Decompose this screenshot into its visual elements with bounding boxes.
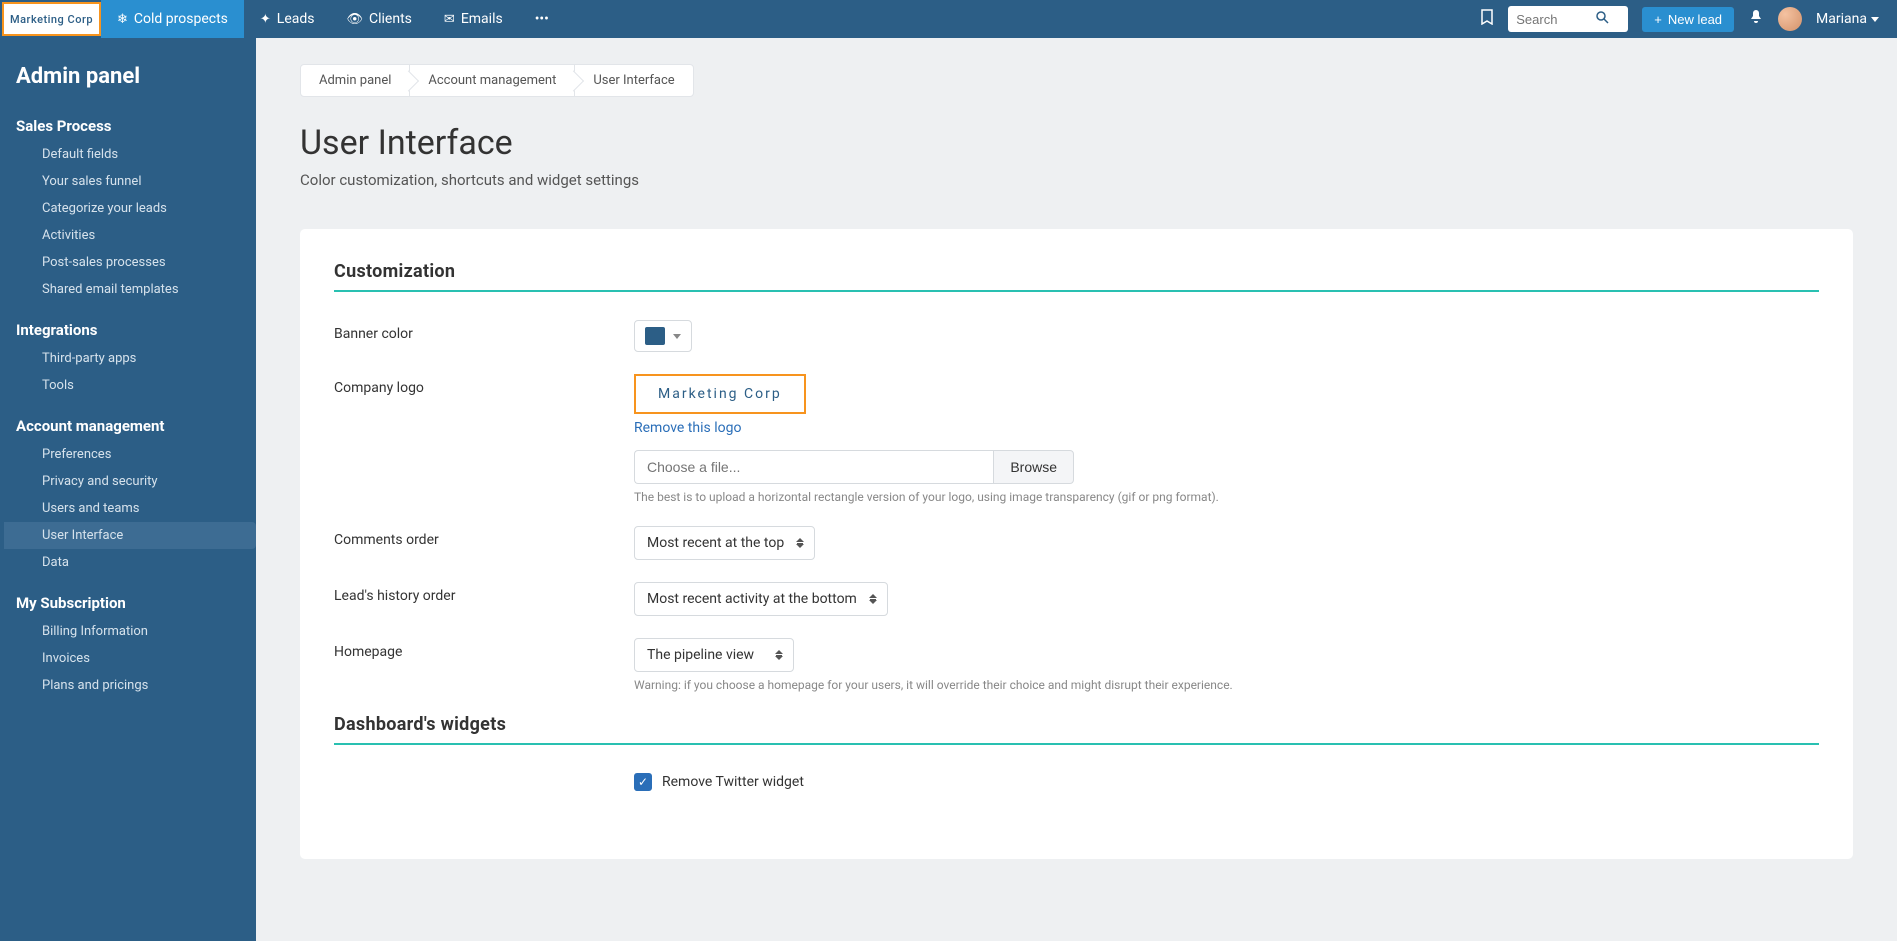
logo-help-text: The best is to upload a horizontal recta… bbox=[634, 490, 1819, 504]
bell-icon[interactable] bbox=[1748, 9, 1764, 29]
sidebar-section-title: My Subscription bbox=[0, 584, 256, 618]
sidebar-section-title: Account management bbox=[0, 407, 256, 441]
sidebar-item-activities[interactable]: Activities bbox=[0, 222, 256, 249]
caret-down-icon bbox=[1871, 17, 1879, 22]
page-subtitle: Color customization, shortcuts and widge… bbox=[300, 171, 1853, 189]
breadcrumb-item-admin-panel[interactable]: Admin panel bbox=[301, 65, 410, 96]
breadcrumb-item-user-interface[interactable]: User Interface bbox=[575, 65, 692, 96]
file-picker: Browse bbox=[634, 450, 1074, 484]
search-icon[interactable] bbox=[1596, 11, 1609, 28]
sidebar: Admin panel Sales Process Default fields… bbox=[0, 38, 256, 941]
section-title-widgets: Dashboard's widgets bbox=[334, 714, 1819, 745]
nav-tabs: ❄ Cold prospects ✦ Leads 👁 Clients ✉ Ema… bbox=[101, 0, 565, 38]
sidebar-section-integrations: Integrations Third-party apps Tools bbox=[0, 311, 256, 407]
homepage-warning: Warning: if you choose a homepage for yo… bbox=[634, 678, 1819, 692]
breadcrumb-item-account-management[interactable]: Account management bbox=[410, 65, 575, 96]
logo-preview: Marketing Corp bbox=[634, 374, 806, 414]
label-comments-order: Comments order bbox=[334, 526, 634, 548]
browse-button[interactable]: Browse bbox=[993, 450, 1074, 484]
history-order-select[interactable]: Most recent activity at the bottom bbox=[634, 582, 888, 616]
row-homepage: Homepage The pipeline view Warning: if y… bbox=[334, 638, 1819, 692]
top-navbar: Marketing Corp ❄ Cold prospects ✦ Leads … bbox=[0, 0, 1897, 38]
sidebar-item-default-fields[interactable]: Default fields bbox=[0, 141, 256, 168]
row-history-order: Lead's history order Most recent activit… bbox=[334, 582, 1819, 616]
nav-more-button[interactable]: ••• bbox=[519, 0, 565, 38]
homepage-select[interactable]: The pipeline view bbox=[634, 638, 794, 672]
file-input[interactable] bbox=[634, 450, 993, 484]
select-value: The pipeline view bbox=[647, 647, 754, 663]
sidebar-item-user-interface[interactable]: User Interface bbox=[4, 522, 256, 549]
main-content: Admin panel Account management User Inte… bbox=[256, 38, 1897, 941]
search-input-wrap bbox=[1508, 6, 1628, 32]
sidebar-section-title: Sales Process bbox=[0, 107, 256, 141]
settings-card: Customization Banner color Company logo … bbox=[300, 229, 1853, 859]
sidebar-item-sales-funnel[interactable]: Your sales funnel bbox=[0, 168, 256, 195]
select-value: Most recent at the top bbox=[647, 535, 784, 551]
avatar[interactable] bbox=[1778, 7, 1802, 31]
nav-tab-cold-prospects[interactable]: ❄ Cold prospects bbox=[101, 0, 244, 38]
color-swatch bbox=[645, 327, 665, 345]
sidebar-section-account-management: Account management Preferences Privacy a… bbox=[0, 407, 256, 584]
sidebar-item-users-teams[interactable]: Users and teams bbox=[0, 495, 256, 522]
remove-twitter-checkbox-row: ✓ Remove Twitter widget bbox=[634, 773, 1819, 791]
sidebar-item-invoices[interactable]: Invoices bbox=[0, 645, 256, 672]
label-history-order: Lead's history order bbox=[334, 582, 634, 604]
label-company-logo: Company logo bbox=[334, 374, 634, 396]
comments-order-select[interactable]: Most recent at the top bbox=[634, 526, 815, 560]
banner-color-picker[interactable] bbox=[634, 320, 692, 352]
sidebar-item-privacy-security[interactable]: Privacy and security bbox=[0, 468, 256, 495]
nav-tab-emails[interactable]: ✉ Emails bbox=[428, 0, 519, 38]
nav-tab-leads[interactable]: ✦ Leads bbox=[244, 0, 331, 38]
sidebar-section-title: Integrations bbox=[0, 311, 256, 345]
remove-twitter-label: Remove Twitter widget bbox=[662, 774, 804, 790]
user-menu[interactable]: Mariana bbox=[1816, 11, 1879, 27]
select-arrows-icon bbox=[796, 538, 804, 548]
nav-tab-label: Leads bbox=[277, 11, 315, 27]
remove-twitter-checkbox[interactable]: ✓ bbox=[634, 773, 652, 791]
sidebar-item-preferences[interactable]: Preferences bbox=[0, 441, 256, 468]
envelope-icon: ✉ bbox=[444, 12, 455, 27]
search-input[interactable] bbox=[1516, 12, 1596, 27]
bookmark-icon[interactable] bbox=[1480, 9, 1494, 29]
row-remove-twitter: ✓ Remove Twitter widget bbox=[334, 773, 1819, 805]
remove-logo-link[interactable]: Remove this logo bbox=[634, 420, 1819, 436]
sidebar-item-email-templates[interactable]: Shared email templates bbox=[0, 276, 256, 303]
row-comments-order: Comments order Most recent at the top bbox=[334, 526, 1819, 560]
row-banner-color: Banner color bbox=[334, 320, 1819, 352]
nav-tab-label: Emails bbox=[461, 11, 503, 27]
sidebar-item-categorize-leads[interactable]: Categorize your leads bbox=[0, 195, 256, 222]
breadcrumb: Admin panel Account management User Inte… bbox=[300, 64, 694, 97]
new-lead-label: New lead bbox=[1668, 12, 1722, 27]
ellipsis-icon: ••• bbox=[535, 11, 549, 27]
sidebar-item-third-party-apps[interactable]: Third-party apps bbox=[0, 345, 256, 372]
page-title: User Interface bbox=[300, 123, 1853, 163]
select-arrows-icon bbox=[775, 650, 783, 660]
sidebar-section-sales-process: Sales Process Default fields Your sales … bbox=[0, 107, 256, 311]
sidebar-item-data[interactable]: Data bbox=[0, 549, 256, 576]
row-company-logo: Company logo Marketing Corp Remove this … bbox=[334, 374, 1819, 504]
user-name-label: Mariana bbox=[1816, 11, 1867, 27]
sidebar-title: Admin panel bbox=[0, 56, 256, 107]
sidebar-item-tools[interactable]: Tools bbox=[0, 372, 256, 399]
nav-tab-label: Cold prospects bbox=[134, 11, 228, 27]
sidebar-item-post-sales[interactable]: Post-sales processes bbox=[0, 249, 256, 276]
company-logo-small[interactable]: Marketing Corp bbox=[2, 2, 101, 36]
label-banner-color: Banner color bbox=[334, 320, 634, 342]
snowflake-icon: ❄ bbox=[117, 12, 128, 27]
sparkle-icon: ✦ bbox=[260, 12, 271, 27]
sidebar-item-billing-information[interactable]: Billing Information bbox=[0, 618, 256, 645]
select-value: Most recent activity at the bottom bbox=[647, 591, 857, 607]
section-title-customization: Customization bbox=[334, 261, 1819, 292]
label-homepage: Homepage bbox=[334, 638, 634, 660]
new-lead-button[interactable]: + New lead bbox=[1642, 7, 1734, 32]
plus-icon: + bbox=[1654, 12, 1662, 27]
nav-right: + New lead Mariana bbox=[1480, 0, 1897, 38]
nav-tab-clients[interactable]: 👁 Clients bbox=[331, 0, 428, 38]
nav-tab-label: Clients bbox=[369, 11, 412, 27]
select-arrows-icon bbox=[869, 594, 877, 604]
caret-down-icon bbox=[673, 334, 681, 339]
eye-icon: 👁 bbox=[347, 12, 364, 27]
sidebar-item-plans-pricings[interactable]: Plans and pricings bbox=[0, 672, 256, 699]
sidebar-section-my-subscription: My Subscription Billing Information Invo… bbox=[0, 584, 256, 707]
